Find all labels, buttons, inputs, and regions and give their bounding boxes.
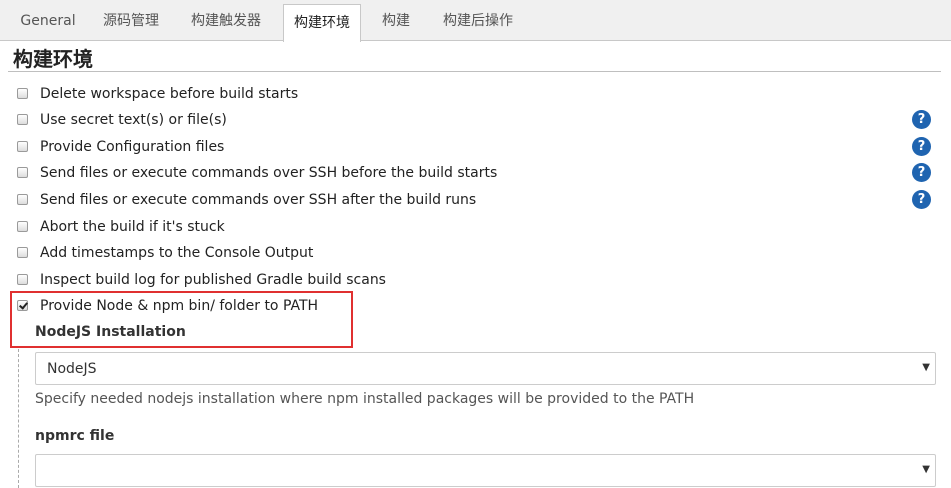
option-label[interactable]: Add timestamps to the Console Output [40, 245, 313, 261]
tab-build-environment[interactable]: 构建环境 [283, 4, 361, 42]
tab-general[interactable]: General [10, 0, 86, 41]
tab-bar: General 源码管理 构建触发器 构建环境 构建 构建后操作 [0, 0, 951, 42]
tab-build[interactable]: 构建 [368, 0, 424, 41]
option-secret-text: Use secret text(s) or file(s) ? [0, 110, 951, 134]
option-label[interactable]: Use secret text(s) or file(s) [40, 112, 227, 128]
option-label[interactable]: Send files or execute commands over SSH … [40, 192, 476, 208]
option-delete-workspace: Delete workspace before build starts [0, 84, 951, 108]
option-timestamps: Add timestamps to the Console Output [0, 243, 951, 267]
npmrc-file-label: npmrc file [35, 428, 115, 444]
checkbox[interactable] [17, 141, 28, 152]
option-ssh-before: Send files or execute commands over SSH … [0, 163, 951, 187]
option-label[interactable]: Inspect build log for published Gradle b… [40, 272, 386, 288]
checkbox[interactable] [17, 194, 28, 205]
npmrc-file-select[interactable]: ▼ [35, 454, 936, 487]
checkbox[interactable] [17, 167, 28, 178]
tab-post-build-actions[interactable]: 构建后操作 [428, 0, 528, 41]
checkbox[interactable] [17, 221, 28, 232]
chevron-down-icon: ▼ [922, 362, 930, 373]
option-label[interactable]: Abort the build if it's stuck [40, 219, 225, 235]
option-label[interactable]: Provide Configuration files [40, 139, 224, 155]
select-value: NodeJS [47, 361, 97, 377]
option-ssh-after: Send files or execute commands over SSH … [0, 190, 951, 214]
section-title: 构建环境 [13, 47, 93, 71]
highlight-annotation [10, 291, 353, 348]
option-label[interactable]: Send files or execute commands over SSH … [40, 165, 497, 181]
checkbox[interactable] [17, 88, 28, 99]
checkbox[interactable] [17, 247, 28, 258]
chevron-down-icon: ▼ [922, 464, 930, 475]
checkbox[interactable] [17, 114, 28, 125]
help-icon[interactable]: ? [912, 190, 931, 209]
option-abort-stuck: Abort the build if it's stuck [0, 217, 951, 241]
checkbox[interactable] [17, 274, 28, 285]
help-icon[interactable]: ? [912, 110, 931, 129]
tab-build-triggers[interactable]: 构建触发器 [176, 0, 276, 41]
option-label[interactable]: Delete workspace before build starts [40, 86, 298, 102]
nested-section-guide [18, 349, 19, 488]
nodejs-installation-select[interactable]: NodeJS ▼ [35, 352, 936, 385]
tab-source-management[interactable]: 源码管理 [90, 0, 172, 41]
help-icon[interactable]: ? [912, 137, 931, 156]
nodejs-installation-description: Specify needed nodejs installation where… [35, 391, 695, 407]
section-divider [8, 71, 941, 72]
option-config-files: Provide Configuration files ? [0, 137, 951, 161]
help-icon[interactable]: ? [912, 163, 931, 182]
